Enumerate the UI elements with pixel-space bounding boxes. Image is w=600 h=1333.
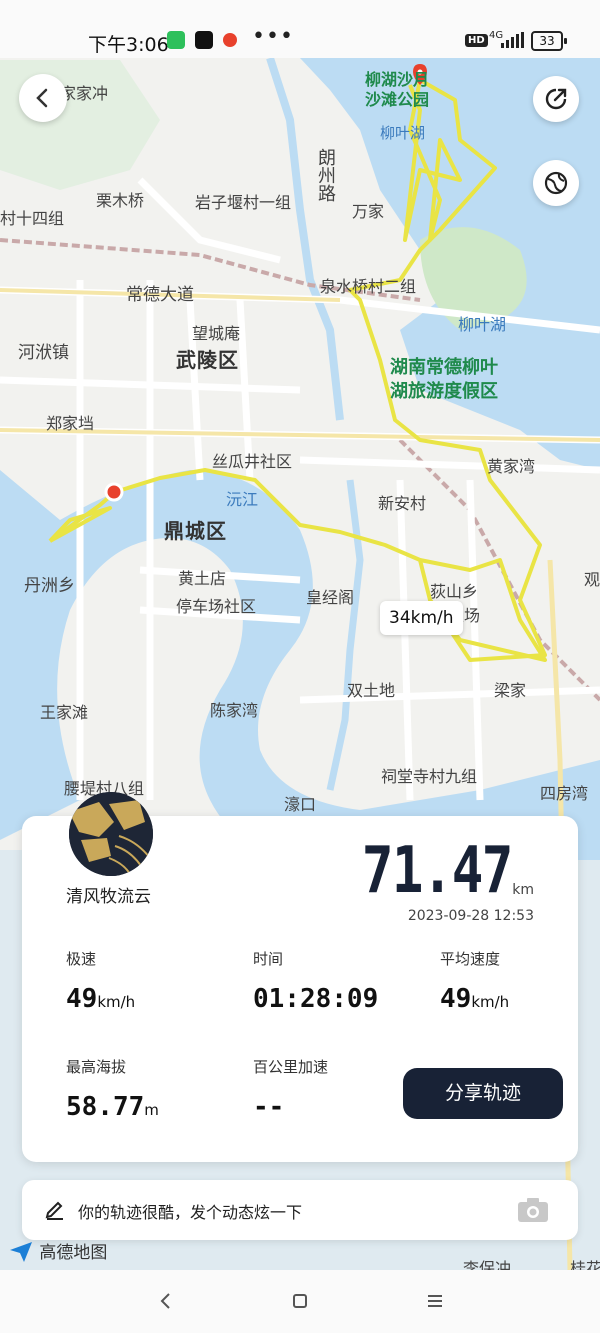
map-label-wangjiatan: 王家滩: [40, 703, 89, 722]
map-label-zhengjiadang: 郑家垱: [46, 414, 95, 433]
chevron-left-icon: [36, 88, 48, 108]
username: 清风牧流云: [66, 887, 151, 907]
map-label-langzhou-road: 朗州路: [315, 148, 336, 202]
hd-badge: HD: [465, 34, 488, 47]
map-label-quanshuiqiao: 泉水桥村二组: [320, 277, 417, 296]
map-label-jiajiachong: 家家冲: [60, 84, 109, 103]
map-label-chenjiawan: 陈家湾: [210, 701, 259, 720]
share-arrow-icon: [545, 88, 567, 110]
map-label-xinan: 新安村: [378, 494, 427, 513]
post-prompt-bar[interactable]: 你的轨迹很酷，发个动态炫一下: [22, 1180, 578, 1240]
pencil-icon: [45, 1201, 63, 1220]
map-label-disha: 荻山乡: [430, 582, 479, 601]
post-prompt-text: 你的轨迹很酷，发个动态炫一下: [78, 1203, 303, 1222]
map-label-huangjiawan: 黄家湾: [487, 457, 536, 476]
map-label-limuqiao: 栗木桥: [96, 191, 145, 210]
map-label-guijiang: 桂花: [570, 1259, 600, 1270]
map-label-village14: 村十四组: [0, 209, 65, 228]
status-bar: 下午3:06 ••• HD 4G 33: [0, 0, 600, 58]
brand-name: 高德地图: [39, 1243, 108, 1263]
map-label-guan: 观: [584, 570, 600, 589]
map-label-huangtudian: 黄土店: [178, 569, 227, 588]
map-label-hezhuang: 河洑镇: [18, 343, 69, 363]
map-label-lake-top: 柳叶湖: [380, 124, 426, 142]
duration-label: 时间: [253, 950, 284, 968]
map-label-siguajing: 丝瓜井社区: [212, 452, 293, 471]
nav-menu-icon[interactable]: [426, 1292, 444, 1310]
avg-speed-label: 平均速度: [440, 950, 501, 968]
map-label-wangchengan: 望城庵: [192, 324, 241, 343]
status-time: 下午3:06: [88, 34, 169, 56]
max-speed-value: 49km/h: [66, 984, 136, 1014]
map-label-sifangwan: 四房湾: [540, 784, 589, 803]
map-label-resort: 湖南常德柳叶 湖旅游度假区: [390, 357, 498, 402]
map-label-yuanjiang: 沅江: [226, 490, 259, 509]
map-layer-button[interactable]: [533, 160, 579, 206]
signal-icon: [501, 32, 524, 48]
map-label-danzhou: 丹洲乡: [24, 576, 75, 596]
total-distance: 71.47: [362, 834, 513, 908]
more-notifications-icon: •••: [252, 24, 294, 49]
app-notification-icon: [223, 33, 237, 47]
nav-back-icon[interactable]: [157, 1292, 175, 1310]
wechat-icon: [167, 31, 185, 49]
camera-icon[interactable]: [516, 1196, 550, 1224]
share-external-button[interactable]: [533, 76, 579, 122]
tiktok-icon: [195, 31, 213, 49]
map-label-wanjia: 万家: [352, 202, 385, 221]
max-altitude-value: 58.77m: [66, 1092, 159, 1122]
map-label-citangsi: 祠堂寺村九组: [381, 767, 478, 786]
map-label-lake: 柳叶湖: [458, 315, 507, 334]
max-speed-label: 极速: [66, 950, 97, 968]
trip-datetime: 2023-09-28 12:53: [407, 908, 534, 924]
map-label-liangjia: 梁家: [494, 681, 527, 700]
map-label-tingchechang: 停车场社区: [176, 597, 257, 616]
distance-unit: km: [512, 882, 534, 898]
battery-icon: 33: [531, 31, 567, 51]
map-label-shuangtudi: 双土地: [347, 681, 396, 700]
map-label-park: 柳湖沙月 沙滩公园: [365, 70, 430, 109]
amap-brand: 高德地图: [8, 1238, 107, 1263]
speed-tooltip: 34km/h: [380, 601, 463, 635]
back-button[interactable]: [19, 74, 67, 122]
acceleration-value: --: [253, 1092, 285, 1122]
map-label-haokou: 濠口: [284, 795, 317, 814]
duration-value: 01:28:09: [253, 984, 379, 1014]
share-track-button[interactable]: 分享轨迹: [403, 1068, 563, 1119]
nav-home-icon[interactable]: [291, 1292, 309, 1310]
map-label-yanziyan: 岩子堰村一组: [195, 193, 292, 212]
acceleration-label: 百公里加速: [253, 1058, 329, 1076]
globe-icon: [544, 171, 568, 195]
amap-logo-icon: [10, 1242, 32, 1262]
map-label-lichong: 李保冲: [463, 1259, 512, 1270]
map-label-dingcheng: 鼎城区: [164, 519, 227, 543]
avg-speed-value: 49km/h: [440, 984, 510, 1014]
trip-stats-card: 清风牧流云 71.47 km 2023-09-28 12:53 极速 49km/…: [22, 792, 578, 1162]
avatar-image: [69, 792, 153, 876]
system-nav-bar: [0, 1270, 600, 1333]
map-label-wuling: 武陵区: [176, 348, 239, 372]
map-label-changde-road: 常德大道: [126, 285, 194, 305]
map-label-huangjingge: 皇经阁: [306, 588, 355, 607]
max-altitude-label: 最高海拔: [66, 1058, 127, 1076]
avatar[interactable]: [69, 792, 153, 876]
